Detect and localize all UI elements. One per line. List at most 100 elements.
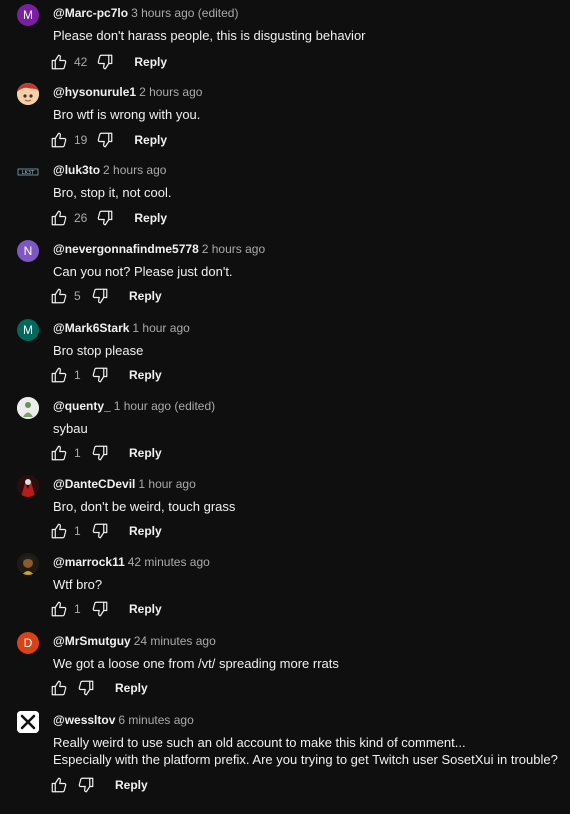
- comment-timestamp[interactable]: 2 hours ago: [139, 85, 202, 99]
- like-icon[interactable]: [50, 209, 68, 227]
- reply-button[interactable]: Reply: [115, 778, 148, 792]
- dislike-icon[interactable]: [96, 209, 114, 227]
- comment-author[interactable]: @wessltov: [53, 713, 115, 727]
- comment-timestamp[interactable]: 1 hour ago: [132, 321, 189, 335]
- comment-author[interactable]: @Mark6Stark: [53, 321, 129, 335]
- comment-author[interactable]: @marrock11: [53, 555, 125, 569]
- like-count: 26: [74, 211, 88, 225]
- reply-button[interactable]: Reply: [129, 289, 162, 303]
- comment-line: Bro stop please: [53, 343, 144, 358]
- anime-face-avatar[interactable]: [17, 83, 39, 105]
- red-character-avatar[interactable]: [17, 475, 39, 497]
- comment-text: Please don't harass people, this is disg…: [53, 27, 366, 44]
- comment-actions: 19 Reply: [50, 130, 167, 150]
- like-icon[interactable]: [50, 131, 68, 149]
- comment-timestamp[interactable]: 1 hour ago (edited): [114, 399, 215, 413]
- comment-line: Can you not? Please just don't.: [53, 264, 233, 279]
- comment-timestamp[interactable]: 42 minutes ago: [128, 555, 210, 569]
- comment-timestamp[interactable]: 2 hours ago: [202, 242, 265, 256]
- comment-author[interactable]: @DanteCDevil: [53, 477, 135, 491]
- reply-button[interactable]: Reply: [129, 524, 162, 538]
- comment-list: M @Marc-pc7lo 3 hours ago (edited) Please…: [0, 0, 570, 814]
- avatar[interactable]: M: [17, 319, 39, 341]
- comment-line: Especially with the platform prefix. Are…: [53, 752, 558, 767]
- like-icon[interactable]: [50, 776, 68, 794]
- dislike-icon[interactable]: [91, 287, 109, 305]
- avatar[interactable]: M: [17, 4, 39, 26]
- reply-button[interactable]: Reply: [134, 55, 167, 69]
- comment-text: Bro, don't be weird, touch grass: [53, 498, 235, 515]
- comment-text: Can you not? Please just don't.: [53, 263, 233, 280]
- dislike-icon[interactable]: [77, 776, 95, 794]
- comment-timestamp[interactable]: 2 hours ago: [103, 163, 166, 177]
- like-count: 5: [74, 289, 81, 303]
- comment-actions: 1 Reply: [50, 365, 162, 385]
- avatar[interactable]: N: [17, 240, 39, 262]
- comment-actions: 1 Reply: [50, 599, 162, 619]
- reply-button[interactable]: Reply: [129, 446, 162, 460]
- dislike-icon[interactable]: [91, 600, 109, 618]
- like-icon[interactable]: [50, 53, 68, 71]
- reply-button[interactable]: Reply: [129, 368, 162, 382]
- dark-character-avatar[interactable]: [17, 553, 39, 575]
- like-icon[interactable]: [50, 444, 68, 462]
- reply-button[interactable]: Reply: [134, 133, 167, 147]
- comment-text: Bro wtf is wrong with you.: [53, 106, 200, 123]
- comment-timestamp[interactable]: 24 minutes ago: [134, 634, 216, 648]
- comment-author[interactable]: @luk3to: [53, 163, 100, 177]
- comment-text: We got a loose one from /vt/ spreading m…: [53, 655, 339, 672]
- comment-line: sybau: [53, 421, 88, 436]
- comment-actions: 1 Reply: [50, 443, 162, 463]
- lk3t-logo-avatar[interactable]: LK3T: [17, 161, 39, 183]
- avatar[interactable]: D: [17, 632, 39, 654]
- comment-actions: 1 Reply: [50, 521, 162, 541]
- reply-button[interactable]: Reply: [115, 681, 148, 695]
- like-icon[interactable]: [50, 366, 68, 384]
- comment-line: Wtf bro?: [53, 577, 103, 592]
- comment-author[interactable]: @quenty_: [53, 399, 111, 413]
- comment-author[interactable]: @nevergonnafindme5778: [53, 242, 199, 256]
- dislike-icon[interactable]: [96, 53, 114, 71]
- dislike-icon[interactable]: [96, 131, 114, 149]
- dislike-icon[interactable]: [91, 444, 109, 462]
- like-count: 1: [74, 446, 81, 460]
- comment-actions: 26 Reply: [50, 208, 167, 228]
- comment-author[interactable]: @MrSmutguy: [53, 634, 131, 648]
- like-icon[interactable]: [50, 679, 68, 697]
- dislike-icon[interactable]: [91, 366, 109, 384]
- like-count: 42: [74, 55, 88, 69]
- like-count: 1: [74, 602, 81, 616]
- comment-text: Wtf bro?: [53, 576, 102, 593]
- avatar-letter: N: [23, 244, 33, 258]
- dislike-icon[interactable]: [91, 522, 109, 540]
- comment-actions: Reply: [50, 775, 148, 795]
- comment-line: Bro, don't be weird, touch grass: [53, 499, 236, 514]
- comment-author[interactable]: @hysonurule1: [53, 85, 136, 99]
- comment-actions: 42 Reply: [50, 52, 167, 72]
- comment-text: sybau: [53, 420, 88, 437]
- avatar-letter: M: [23, 8, 33, 22]
- comment-timestamp[interactable]: 1 hour ago: [138, 477, 195, 491]
- comment-text: Really weird to use such an old account …: [53, 734, 558, 768]
- like-icon[interactable]: [50, 287, 68, 305]
- comment-line: Please don't harass people, this is disg…: [53, 28, 366, 43]
- like-icon[interactable]: [50, 600, 68, 618]
- comment-timestamp[interactable]: 3 hours ago (edited): [131, 6, 238, 20]
- reply-button[interactable]: Reply: [129, 602, 162, 616]
- comment-text: Bro, stop it, not cool.: [53, 184, 172, 201]
- comment-line: Bro wtf is wrong with you.: [53, 107, 201, 122]
- comment-line: We got a loose one from /vt/ spreading m…: [53, 656, 339, 671]
- like-count: 1: [74, 524, 81, 538]
- svg-text:LK3T: LK3T: [22, 170, 35, 176]
- like-count: 1: [74, 368, 81, 382]
- like-icon[interactable]: [50, 522, 68, 540]
- comment-timestamp[interactable]: 6 minutes ago: [118, 713, 193, 727]
- like-count: 19: [74, 133, 88, 147]
- comment-actions: 5 Reply: [50, 286, 162, 306]
- x-logo-avatar[interactable]: [17, 711, 39, 733]
- avatar-letter: M: [23, 323, 33, 337]
- comment-author[interactable]: @Marc-pc7lo: [53, 6, 128, 20]
- reply-button[interactable]: Reply: [134, 211, 167, 225]
- dislike-icon[interactable]: [77, 679, 95, 697]
- figure-avatar[interactable]: [17, 397, 39, 419]
